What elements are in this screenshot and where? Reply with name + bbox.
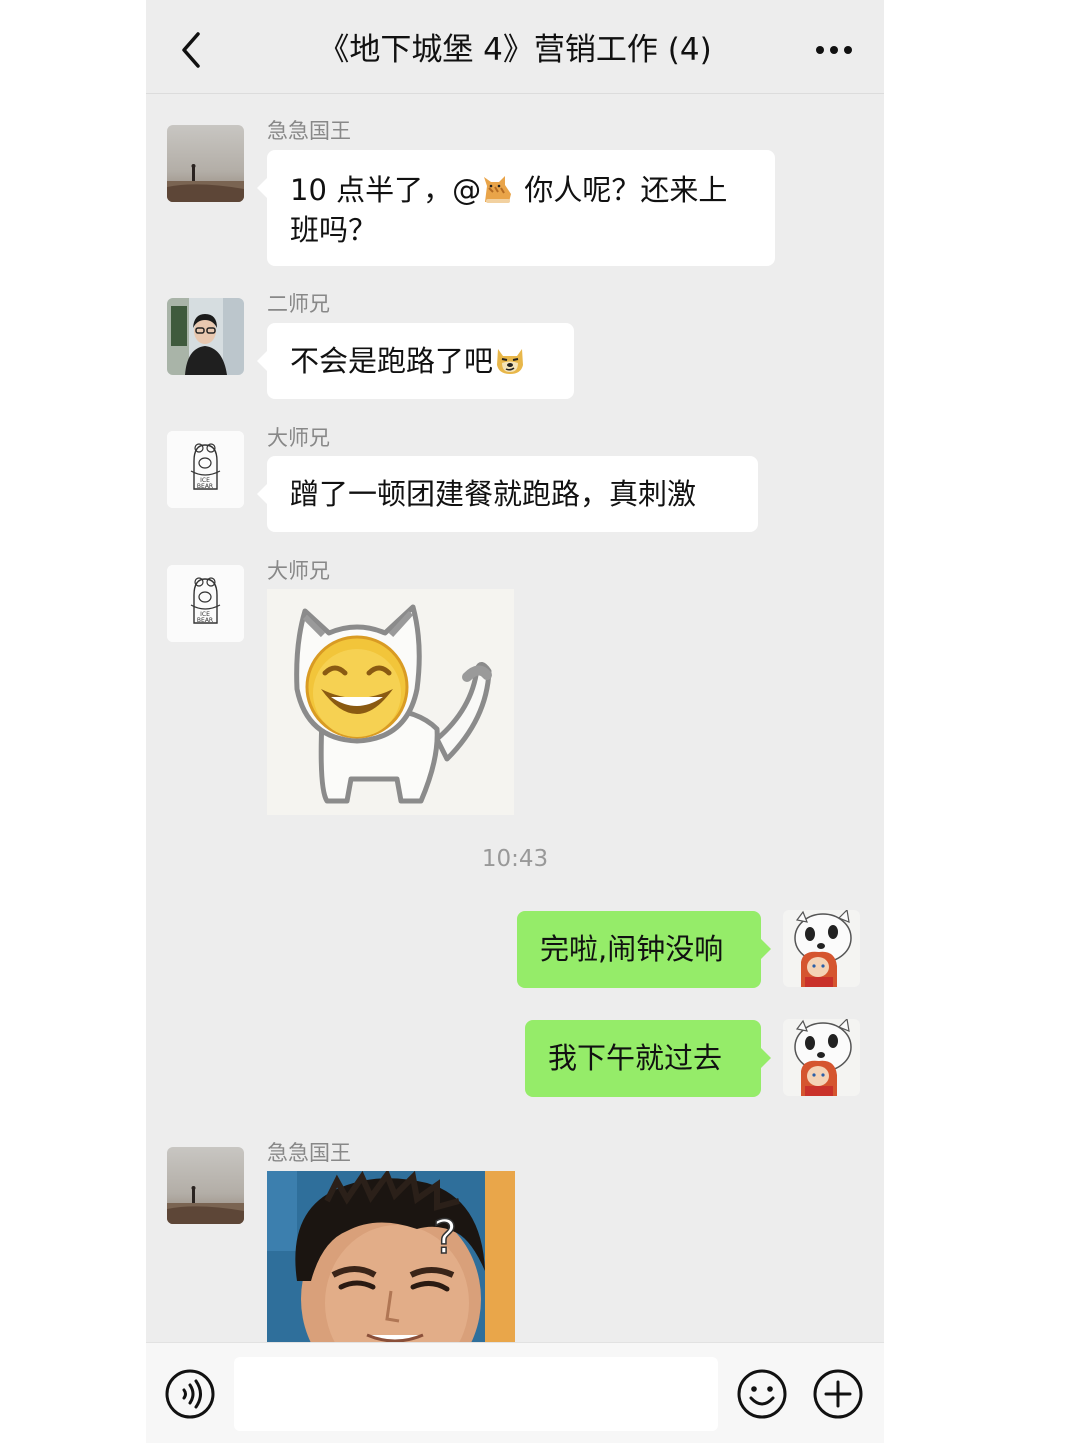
back-button[interactable] [172, 28, 212, 72]
svg-text:?: ? [433, 1210, 457, 1264]
message-bubble[interactable]: 10 点半了，@ 你人呢？还来上班吗？ [257, 150, 775, 266]
sender-name: 急急国王 [267, 119, 351, 143]
avatar-self[interactable] [783, 1019, 860, 1096]
message-text: 完啦,闹钟没响 [540, 932, 724, 966]
confused-man-photo[interactable]: ? [267, 1171, 515, 1342]
smiling-cat-sticker[interactable] [267, 589, 514, 815]
more-dots-icon [816, 46, 852, 54]
plus-button[interactable] [812, 1368, 864, 1420]
avatar-da-shixiong[interactable]: ICE BEAR [167, 431, 244, 508]
svg-text:BEAR: BEAR [197, 483, 213, 490]
message-bubble[interactable]: 不会是跑路了吧 [257, 323, 574, 399]
voice-button[interactable] [164, 1368, 216, 1420]
message-text: 我下午就过去 [548, 1041, 723, 1075]
message-text: 不会是跑路了吧 [290, 344, 494, 378]
emoji-icon [737, 1369, 787, 1419]
sender-name: 二师兄 [267, 292, 330, 316]
chevron-left-icon [182, 32, 200, 68]
plus-icon [813, 1369, 863, 1419]
chat-input-bar [146, 1342, 884, 1443]
avatar-jiji-guowang[interactable] [167, 1147, 244, 1224]
self-message-bubble[interactable]: 我下午就过去 [525, 1020, 771, 1097]
avatar-da-shixiong[interactable]: ICE BEAR [167, 565, 244, 642]
message-bubble[interactable]: 蹭了一顿团建餐就跑路，真刺激 [257, 456, 758, 532]
message-timestamp: 10:43 [481, 846, 549, 872]
avatar-er-shixiong[interactable] [167, 298, 244, 375]
sender-name: 大师兄 [267, 559, 330, 583]
message-input[interactable] [234, 1357, 718, 1431]
avatar-self[interactable] [783, 910, 860, 987]
avatar-jiji-guowang[interactable] [167, 125, 244, 202]
doge-emoji-icon [497, 349, 524, 374]
sender-name: 急急国王 [267, 1141, 351, 1165]
message-text: 蹭了一顿团建餐就跑路，真刺激 [290, 477, 697, 511]
voice-icon [165, 1369, 215, 1419]
chat-screen: 《地下城堡 4》营销工作 (4) 急急国王 10 点半了，@ 你人呢？还来上班吗… [146, 0, 884, 1443]
cat-emoji-icon [484, 176, 512, 203]
svg-text:BEAR: BEAR [197, 617, 213, 624]
chat-title: 《地下城堡 4》营销工作 (4) [318, 32, 712, 68]
self-message-bubble[interactable]: 完啦,闹钟没响 [517, 911, 771, 988]
message-text: 10 点半了，@ [290, 173, 482, 207]
emoji-button[interactable] [736, 1368, 788, 1420]
sender-name: 大师兄 [267, 426, 330, 450]
chat-header: 《地下城堡 4》营销工作 (4) [146, 0, 884, 94]
more-button[interactable] [812, 30, 856, 70]
